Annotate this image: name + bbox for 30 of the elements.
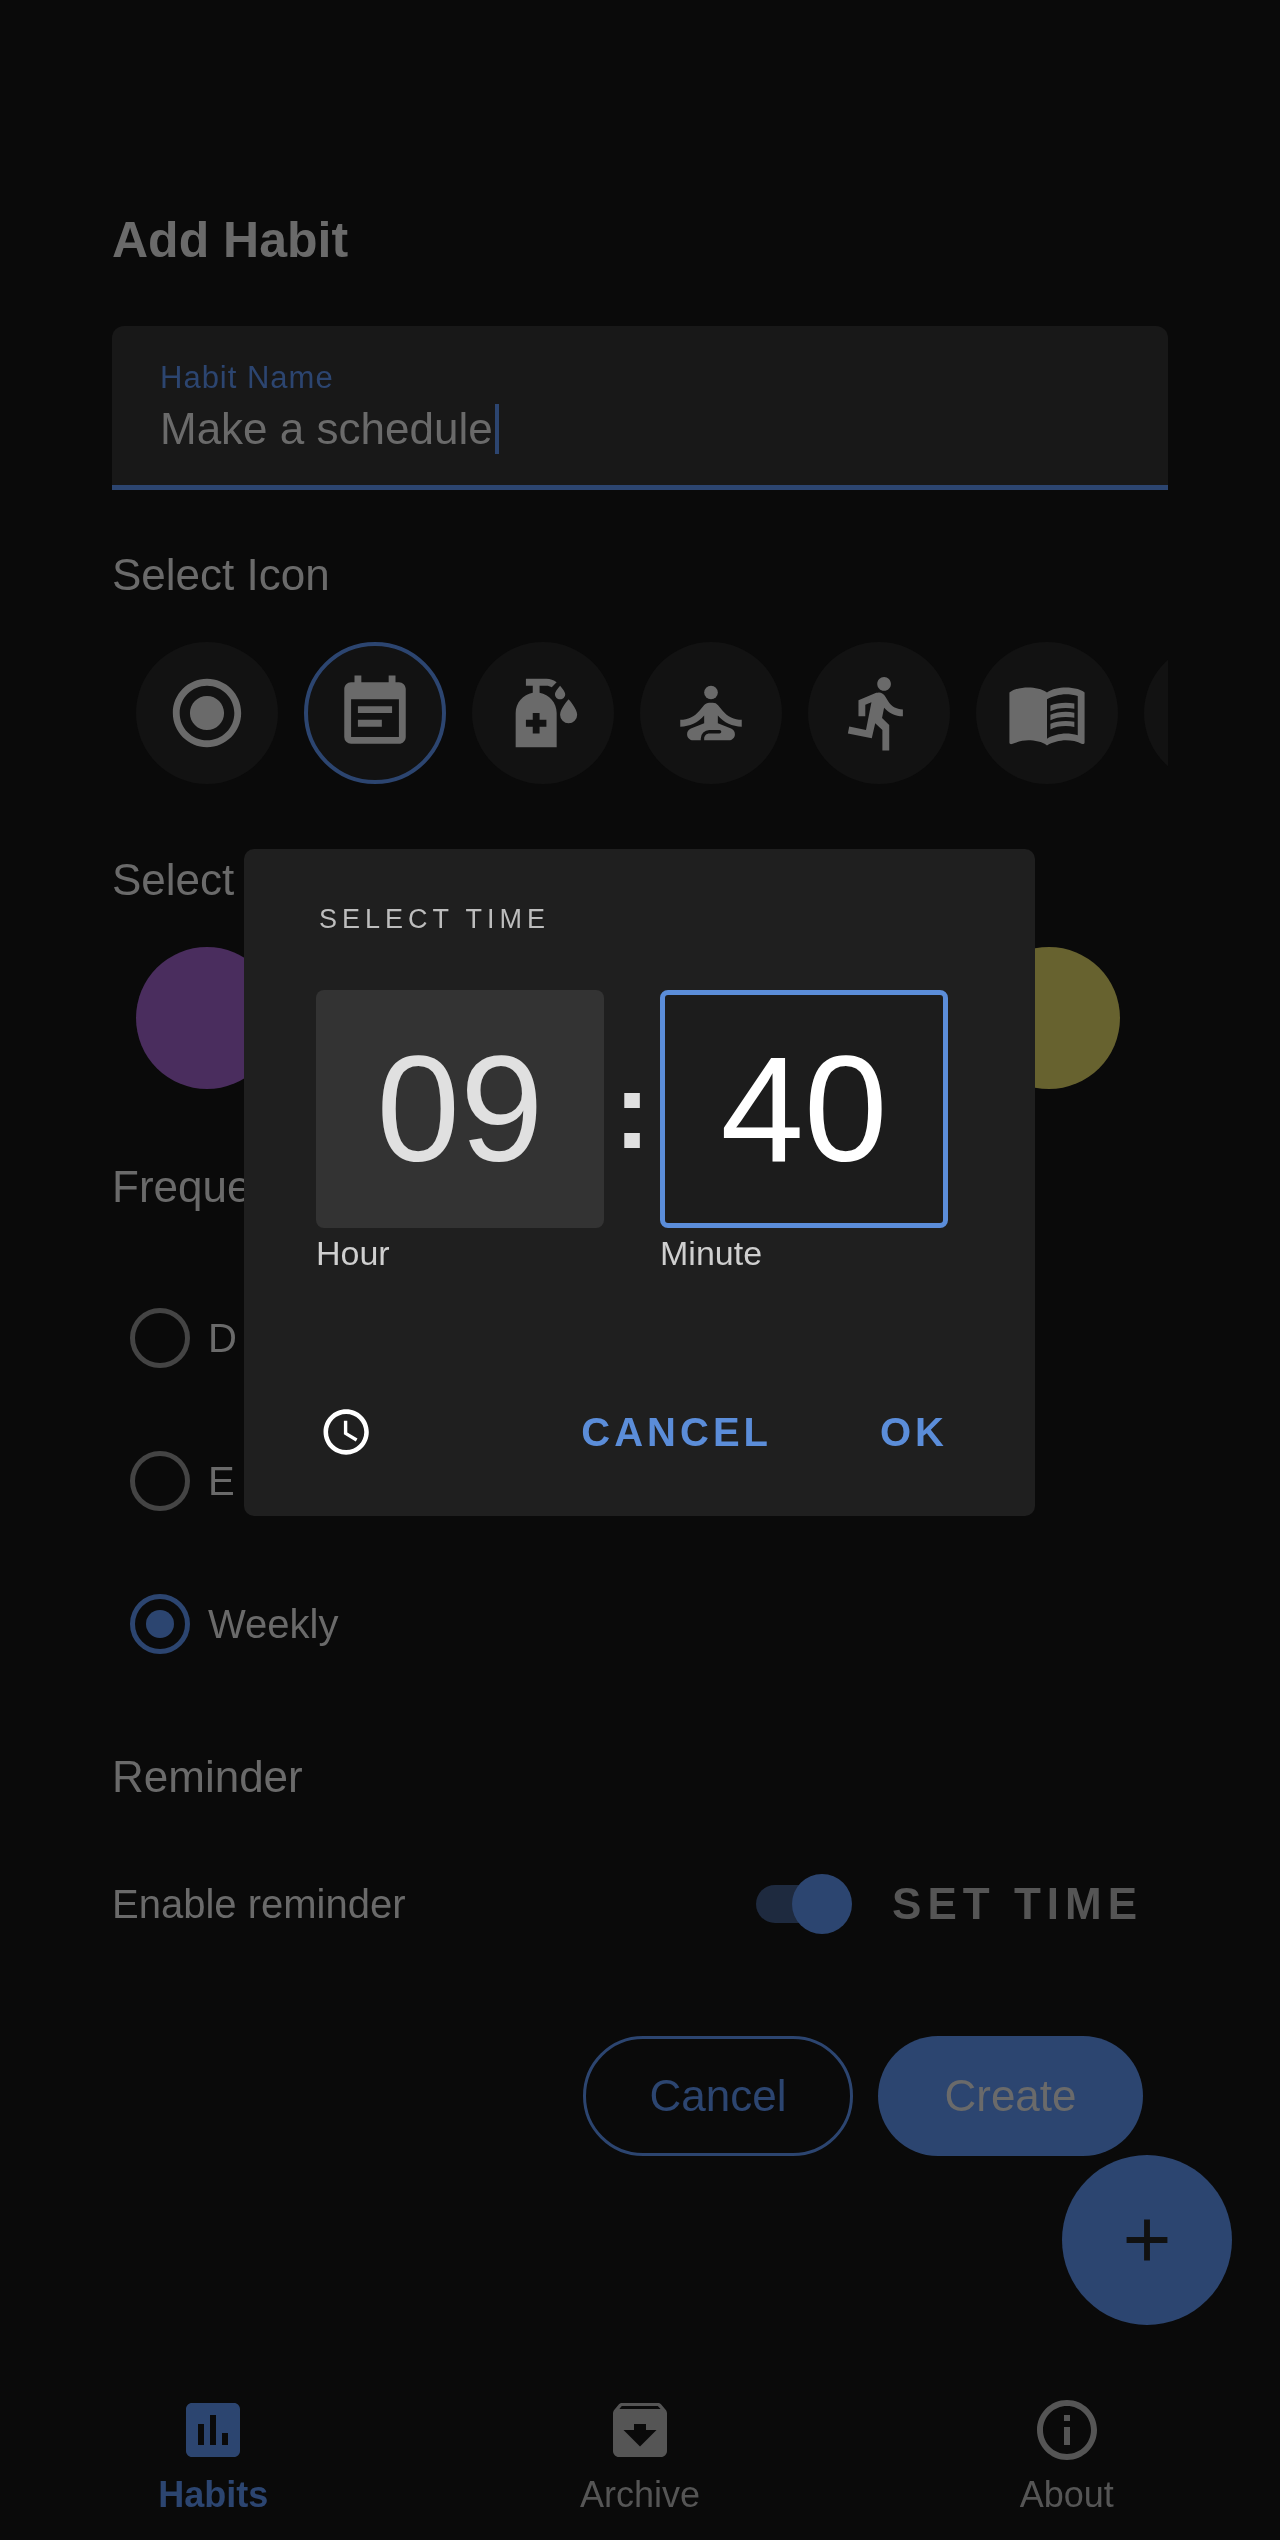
minute-field[interactable]: 40 bbox=[660, 990, 948, 1228]
section-label: Select Icon bbox=[112, 549, 330, 601]
create-button[interactable]: Create bbox=[878, 2036, 1143, 2156]
radio-button[interactable] bbox=[130, 1308, 190, 1368]
page-title: Add Habit bbox=[112, 211, 349, 270]
minute-label: Minute bbox=[660, 1234, 763, 1273]
hour-label: Hour bbox=[316, 1234, 390, 1273]
section-label: Freque bbox=[112, 1161, 252, 1213]
field-label: Habit Name bbox=[160, 360, 334, 396]
nav-tab[interactable]: About bbox=[853, 2390, 1280, 2540]
set-time-button[interactable]: SET TIME bbox=[892, 1879, 1143, 1929]
dialog-title: SELECT TIME bbox=[319, 904, 551, 935]
field-value: Make a schedule bbox=[160, 404, 499, 454]
dialog-ok-button[interactable]: OK bbox=[880, 1409, 948, 1455]
nav-tab[interactable]: Habits bbox=[0, 2390, 427, 2540]
time-separator: : bbox=[612, 1046, 652, 1173]
toggle-label: Enable reminder bbox=[112, 1881, 406, 1927]
reminder-switch[interactable] bbox=[756, 1874, 853, 1934]
nav-tab[interactable]: Archive bbox=[426, 2390, 854, 2540]
radio-label: D bbox=[208, 1315, 237, 1361]
radio-button[interactable] bbox=[130, 1594, 190, 1654]
radio-label: Weekly bbox=[208, 1601, 339, 1647]
section-label: Select bbox=[112, 854, 235, 906]
cancel-button[interactable]: Cancel bbox=[583, 2036, 853, 2156]
habit-name-field[interactable]: Habit Name Make a schedule bbox=[112, 326, 1168, 490]
dialog-cancel-button[interactable]: CANCEL bbox=[581, 1409, 772, 1455]
radio-label: E bbox=[208, 1458, 235, 1504]
hour-field[interactable]: 09 bbox=[316, 990, 604, 1228]
section-label: Reminder bbox=[112, 1751, 303, 1803]
radio-button[interactable] bbox=[130, 1451, 190, 1511]
